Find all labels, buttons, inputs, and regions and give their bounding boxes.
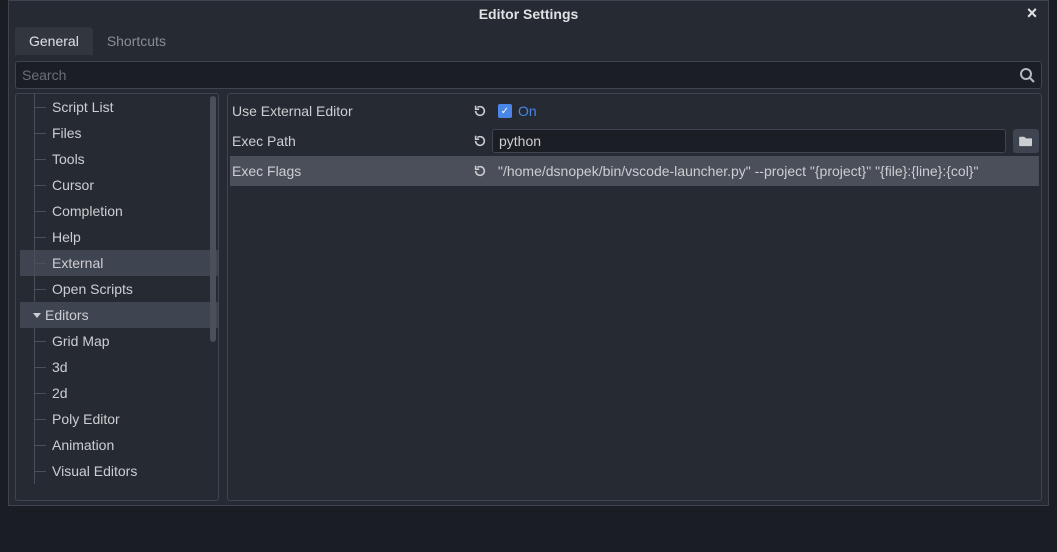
editor-settings-dialog: Editor Settings × General Shortcuts Scri… [8,0,1049,506]
search-icon [1019,67,1035,83]
reset-icon [473,134,487,148]
tree-item-label: External [52,255,103,271]
tree-item-script-list[interactable]: Script List [20,94,218,120]
tree-item-tools[interactable]: Tools [20,146,218,172]
tree-item-label: 3d [52,359,68,375]
tree-item-completion[interactable]: Completion [20,198,218,224]
close-button[interactable]: × [1022,3,1042,23]
prop-label: Exec Path [232,133,468,149]
tree-item-label: Editors [45,307,89,323]
tree-item-label: Help [52,229,81,245]
tab-general[interactable]: General [15,27,93,55]
settings-tree[interactable]: Script List Files Tools Cursor Completio… [16,94,218,500]
tree-item-label: Cursor [52,177,94,193]
tree-item-external[interactable]: External [20,250,218,276]
settings-content: Use External Editor ✓ On Exec Path [227,93,1042,501]
tree-item-editors[interactable]: Editors [20,302,218,328]
tree-item-animation[interactable]: Animation [20,432,218,458]
settings-tree-sidebar: Script List Files Tools Cursor Completio… [15,93,219,501]
tree-item-files[interactable]: Files [20,120,218,146]
tree-item-label: Animation [52,437,114,453]
checkbox[interactable]: ✓ [498,104,512,118]
body: Script List Files Tools Cursor Completio… [9,93,1048,505]
prop-label: Exec Flags [232,163,468,179]
exec-path-input[interactable] [492,129,1006,153]
tree-item-label: Visual Editors [52,463,137,479]
chevron-down-icon [32,310,42,320]
search-bar[interactable] [15,61,1042,89]
tab-shortcuts[interactable]: Shortcuts [93,27,180,55]
reset-icon [473,104,487,118]
window-title: Editor Settings [479,6,579,22]
reset-button[interactable] [472,103,488,119]
tab-label: General [29,33,79,49]
tab-bar: General Shortcuts [9,27,1048,55]
tree-item-open-scripts[interactable]: Open Scripts [20,276,218,302]
scrollbar-thumb[interactable] [210,96,216,342]
title-bar: Editor Settings × [9,1,1048,27]
on-label: On [518,103,537,119]
tree-item-poly-editor[interactable]: Poly Editor [20,406,218,432]
sidebar-scrollbar[interactable] [208,94,218,500]
prop-exec-flags: Exec Flags [230,156,1039,186]
close-icon: × [1027,3,1038,24]
reset-button[interactable] [472,133,488,149]
tree-item-label: Completion [52,203,123,219]
tree-item-label: Grid Map [52,333,110,349]
prop-label: Use External Editor [232,103,468,119]
tree-item-2d[interactable]: 2d [20,380,218,406]
tree-item-label: Open Scripts [52,281,133,297]
tree-item-label: Poly Editor [52,411,120,427]
search-input[interactable] [22,67,1019,83]
folder-icon [1019,135,1033,147]
tab-label: Shortcuts [107,33,166,49]
tree-item-grid-map[interactable]: Grid Map [20,328,218,354]
check-icon: ✓ [501,106,509,117]
checkbox-wrap[interactable]: ✓ On [492,103,537,119]
tree-item-label: 2d [52,385,68,401]
prop-exec-path: Exec Path [230,126,1039,156]
tree-item-label: Tools [52,151,85,167]
tree-item-cursor[interactable]: Cursor [20,172,218,198]
prop-use-external-editor: Use External Editor ✓ On [230,96,1039,126]
tree-item-3d[interactable]: 3d [20,354,218,380]
tree-item-help[interactable]: Help [20,224,218,250]
reset-icon [473,164,487,178]
browse-button[interactable] [1013,129,1039,153]
tree-item-label: Files [52,125,82,141]
reset-button[interactable] [472,163,488,179]
tree-item-label: Script List [52,99,113,115]
tree-item-visual-editors[interactable]: Visual Editors [20,458,218,484]
exec-flags-input[interactable] [492,159,1039,183]
